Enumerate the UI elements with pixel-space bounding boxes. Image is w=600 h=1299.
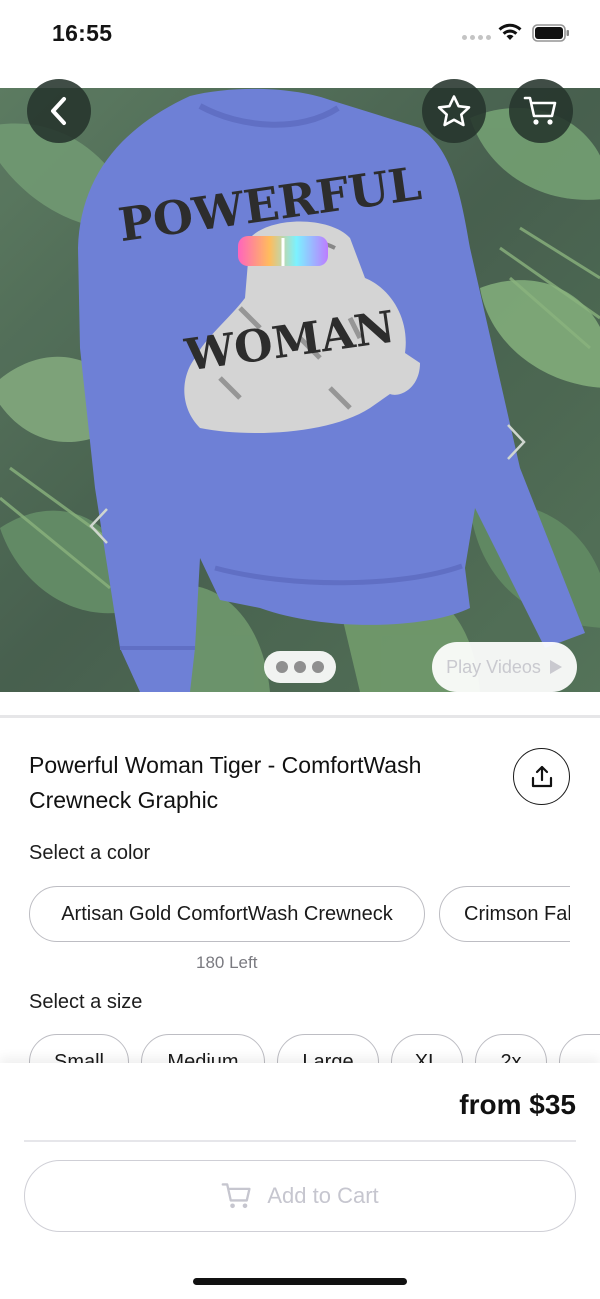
play-videos-button[interactable]: Play Videos — [432, 642, 577, 692]
pager-dot — [312, 661, 324, 673]
size-option-more[interactable] — [559, 1034, 600, 1064]
size-option-large[interactable]: Large — [277, 1034, 379, 1064]
add-to-cart-button[interactable]: Add to Cart — [24, 1160, 576, 1232]
star-icon — [437, 95, 471, 127]
favorite-button[interactable] — [422, 79, 486, 143]
home-indicator[interactable] — [193, 1278, 407, 1285]
purchase-panel: from $35 Add to Cart — [0, 1063, 600, 1299]
share-button[interactable] — [513, 748, 570, 805]
battery-icon — [532, 24, 569, 42]
product-image: POWERFUL WOMAN — [0, 88, 600, 692]
share-icon — [531, 765, 552, 787]
select-size-label: Select a size — [29, 991, 143, 1013]
wifi-icon — [498, 23, 522, 40]
play-icon — [549, 660, 562, 674]
color-options: Artisan Gold ComfortWash Crewneck Crimso… — [29, 886, 570, 944]
cart-icon — [221, 1183, 251, 1209]
price: from $35 — [459, 1089, 576, 1120]
cellular-signal-icon — [462, 35, 491, 40]
next-image-arrow-icon[interactable] — [503, 422, 529, 462]
color-option-artisan-gold[interactable]: Artisan Gold ComfortWash Crewneck — [29, 886, 425, 942]
size-option-small[interactable]: Small — [29, 1034, 129, 1064]
back-button[interactable] — [27, 79, 91, 143]
product-title: Powerful Woman Tiger - ComfortWash Crewn… — [29, 752, 422, 813]
chevron-left-icon — [51, 97, 66, 125]
play-videos-label: Play Videos — [446, 656, 541, 677]
panel-divider — [24, 1140, 576, 1142]
select-color-label: Select a color — [29, 842, 151, 864]
cart-button[interactable] — [509, 79, 573, 143]
size-option-medium[interactable]: Medium — [141, 1034, 265, 1064]
status-bar: 16:55 — [0, 0, 600, 88]
pager-dot — [294, 661, 306, 673]
cart-icon — [523, 96, 557, 125]
carousel-pager[interactable] — [264, 651, 336, 683]
product-image-carousel[interactable]: POWERFUL WOMAN — [0, 88, 600, 692]
color-option-crimson[interactable]: Crimson Fal — [439, 886, 570, 942]
section-divider — [0, 715, 600, 718]
add-to-cart-label: Add to Cart — [267, 1183, 379, 1208]
size-option-xl[interactable]: XL — [391, 1034, 463, 1064]
status-time: 16:55 — [52, 20, 113, 46]
pager-dot — [276, 661, 288, 673]
size-option-2x[interactable]: 2x — [475, 1034, 547, 1064]
previous-image-arrow-icon[interactable] — [86, 506, 112, 546]
size-options: Small Medium Large XL 2x — [29, 1034, 600, 1064]
stock-remaining: 180 Left — [196, 953, 258, 972]
